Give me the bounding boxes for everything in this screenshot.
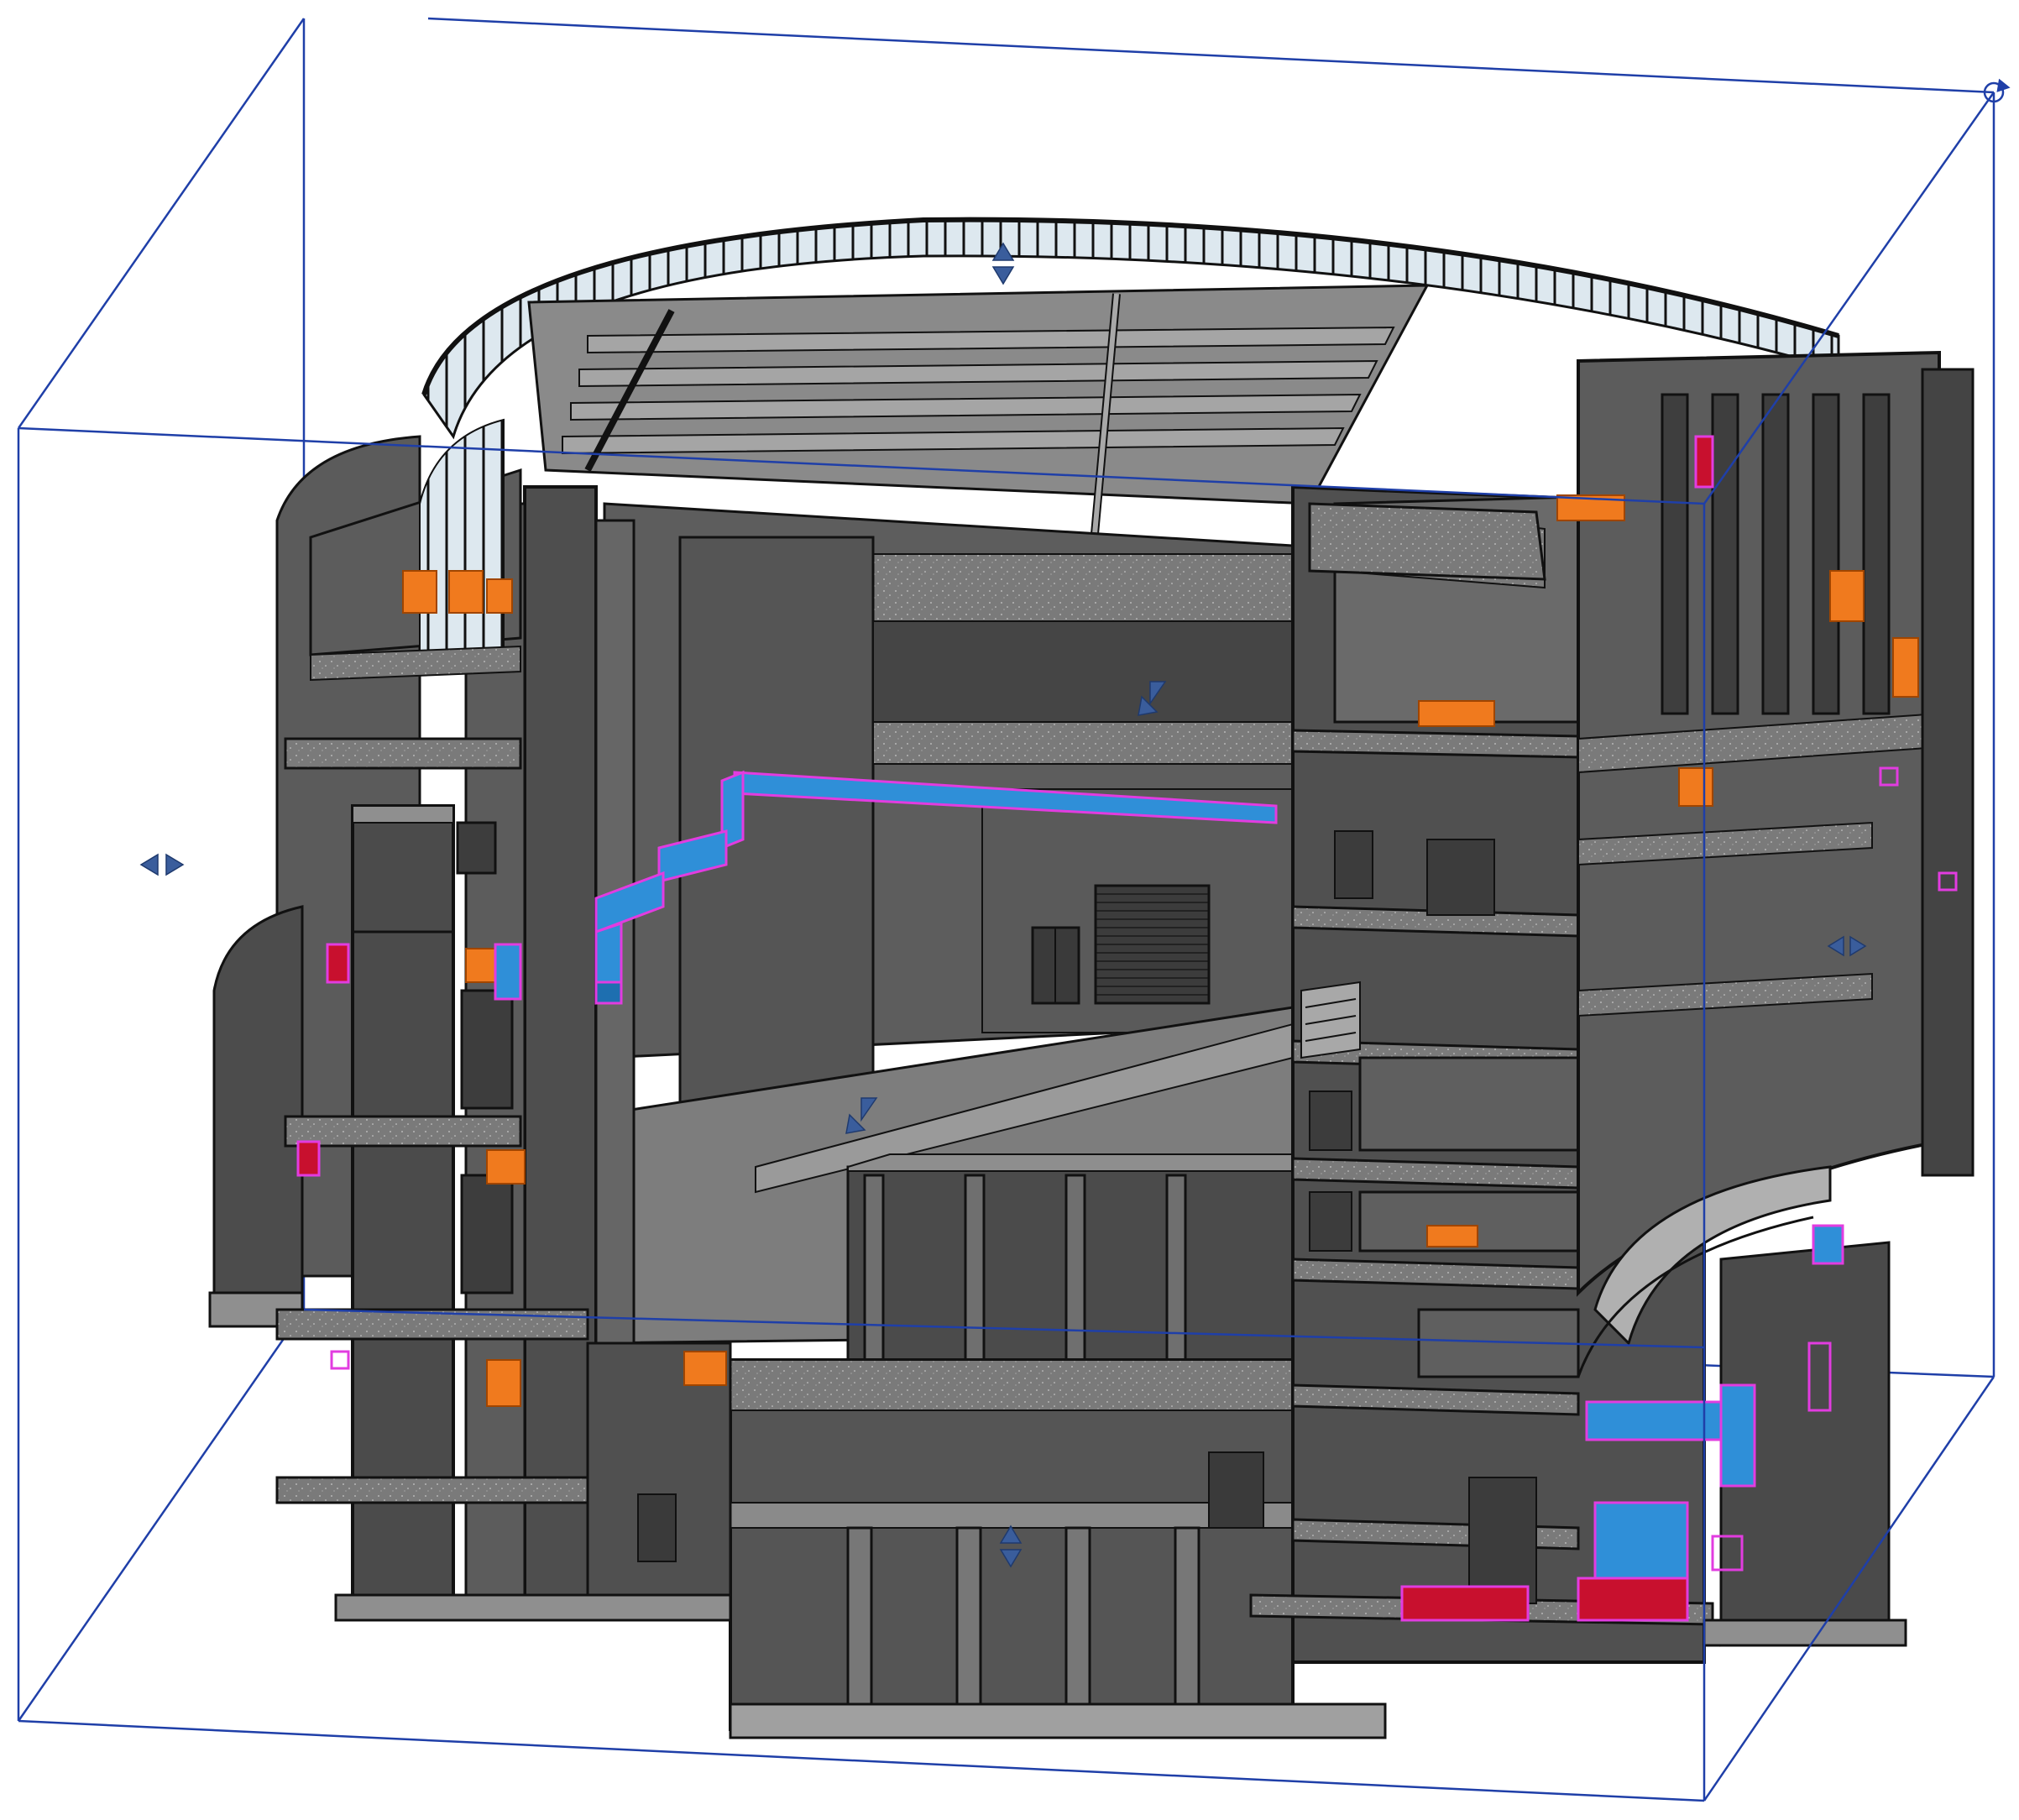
cantilever-slab [1308,502,1546,581]
main-structural-column [523,485,598,1613]
left-lower-curved-wall [212,905,304,1311]
section-box-grip-left-icon[interactable] [139,853,185,876]
3d-model-viewport[interactable] [0,0,2019,1816]
roller-shutter-door [1094,884,1211,1005]
stair [1300,981,1361,1059]
basement-level [729,1358,1295,1731]
building-3d-section-view[interactable] [0,0,2019,1816]
